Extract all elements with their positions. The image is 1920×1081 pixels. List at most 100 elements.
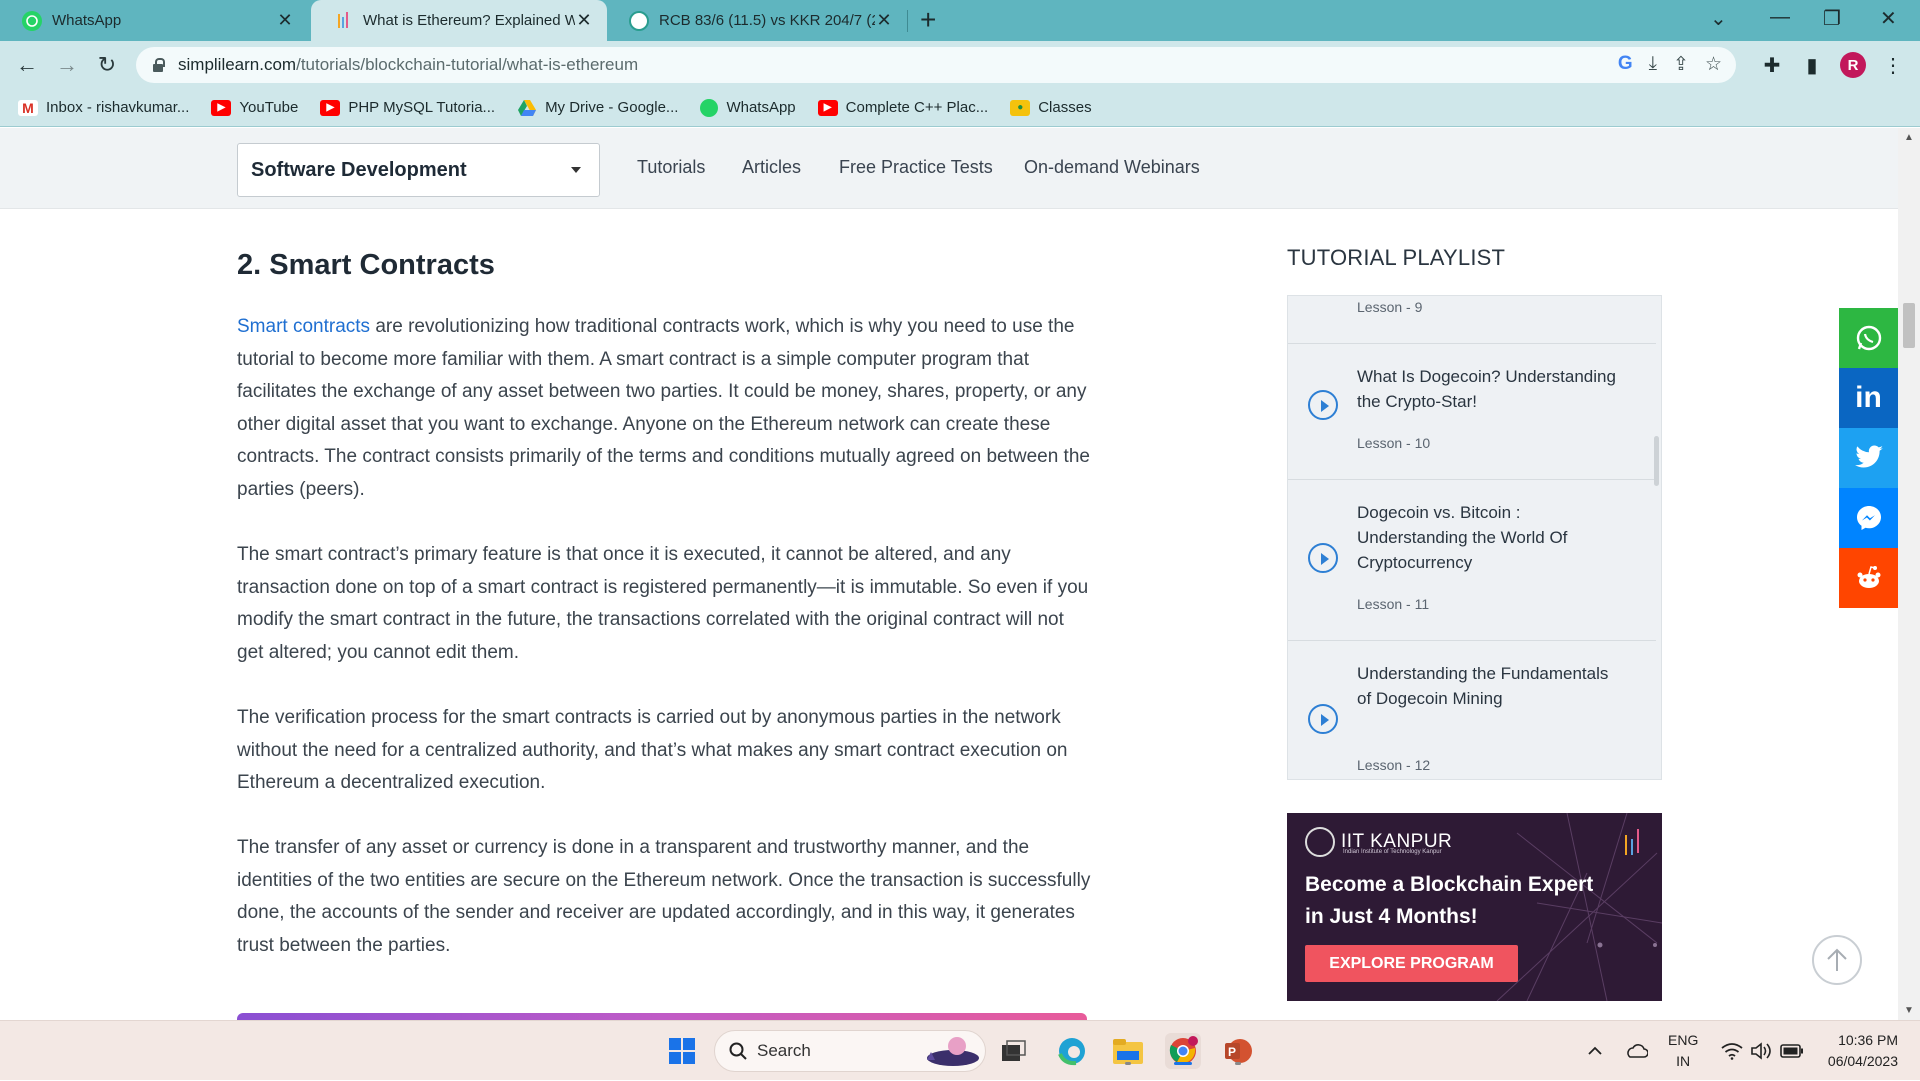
youtube-icon: ▶ [817, 99, 838, 116]
close-window-button[interactable]: ✕ [1880, 6, 1897, 31]
scroll-down-arrow-icon[interactable]: ▼ [1904, 1005, 1914, 1016]
nav-link-on-demand-webinars[interactable]: On-demand Webinars [1024, 157, 1200, 178]
language-code: ENG [1668, 1032, 1699, 1048]
bookmark-whatsapp[interactable]: WhatsApp [700, 98, 796, 117]
category-select[interactable]: Software Development [237, 143, 600, 197]
show-hidden-icons-button[interactable] [1587, 1021, 1603, 1081]
lesson-title: Understanding the Fundamentals of Dogeco… [1357, 664, 1609, 708]
tutorial-playlist: Lesson - 9 What Is Dogecoin? Understandi… [1287, 295, 1662, 780]
bookmark-classes[interactable]: ● Classes [1010, 99, 1092, 116]
section-heading: 2. Smart Contracts [237, 249, 495, 281]
bookmark-star-icon[interactable]: ☆ [1705, 53, 1722, 76]
file-explorer-icon[interactable] [1110, 1033, 1146, 1069]
nav-link-free-practice-tests[interactable]: Free Practice Tests [839, 157, 993, 178]
address-bar[interactable]: simplilearn.com/tutorials/blockchain-tut… [136, 47, 1736, 83]
windows-start-icon[interactable] [664, 1033, 700, 1069]
share-messenger-button[interactable] [1839, 488, 1898, 548]
share-linkedin-button[interactable]: in [1839, 368, 1898, 428]
clock-date: 06/04/2023 [1827, 1053, 1898, 1069]
messenger-icon [1856, 506, 1881, 530]
simplilearn-icon [333, 11, 353, 31]
bookmark-label: My Drive - Google... [545, 99, 679, 116]
tab-whatsapp[interactable]: WhatsApp ✕ [0, 0, 308, 41]
install-app-icon[interactable]: ⤓ [1649, 53, 1657, 76]
scroll-to-top-button[interactable] [1812, 935, 1862, 985]
share-twitter-button[interactable] [1839, 428, 1898, 488]
powerpoint-icon[interactable]: P [1220, 1033, 1256, 1069]
forward-button[interactable]: → [52, 50, 82, 80]
close-tab-icon[interactable]: ✕ [276, 10, 294, 31]
back-button[interactable]: ← [12, 50, 42, 80]
scroll-up-arrow-icon[interactable]: ▲ [1904, 132, 1914, 143]
bookmark-google-drive[interactable]: My Drive - Google... [517, 99, 678, 116]
close-tab-icon[interactable]: ✕ [875, 10, 893, 31]
tab-title: What is Ethereum? Explained Wit [363, 12, 575, 29]
new-tab-button[interactable]: + [920, 4, 936, 36]
reddit-icon [1857, 566, 1880, 588]
play-icon [1308, 704, 1338, 734]
wifi-icon[interactable] [1721, 1021, 1743, 1081]
task-view-icon[interactable] [996, 1033, 1032, 1069]
playlist-item[interactable]: Dogecoin vs. Bitcoin : Understanding the… [1288, 480, 1656, 641]
google-lens-icon[interactable]: G [1618, 53, 1633, 76]
close-tab-icon[interactable]: ✕ [575, 10, 593, 31]
search-highlight-icon [927, 1037, 979, 1066]
share-reddit-button[interactable] [1839, 548, 1898, 608]
arrow-up-icon [1827, 948, 1847, 971]
classroom-icon: ● [1010, 99, 1031, 116]
gmail-icon: M [18, 99, 38, 116]
iit-kanpur-ad[interactable]: IIT KANPUR Indian Institute of Technolog… [1287, 813, 1662, 1001]
extensions-icon[interactable]: ✚ [1757, 50, 1787, 80]
smart-contracts-link[interactable]: Smart contracts [237, 316, 370, 337]
page-scrollbar[interactable]: ▲ ▼ [1898, 128, 1920, 1020]
playlist-item[interactable]: Lesson - 9 [1288, 296, 1656, 344]
playlist-title: TUTORIAL PLAYLIST [1287, 245, 1506, 270]
paragraph-2: The smart contract’s primary feature is … [237, 544, 1089, 663]
menu-kebab-icon[interactable]: ⋮ [1878, 50, 1908, 80]
tab-ethereum[interactable]: What is Ethereum? Explained Wit ✕ [311, 0, 607, 41]
tab-cricket[interactable]: RCB 83/6 (11.5) vs KKR 204/7 (20 ✕ [607, 0, 907, 41]
playlist-item[interactable]: What Is Dogecoin? Understanding the Cryp… [1288, 344, 1656, 480]
restore-button[interactable]: ❐ [1823, 6, 1841, 31]
share-whatsapp-button[interactable] [1839, 308, 1898, 368]
edge-icon[interactable] [1054, 1033, 1090, 1069]
scrollbar-thumb[interactable] [1903, 303, 1915, 348]
tab-title: WhatsApp [52, 12, 122, 29]
bookmark-cpp[interactable]: ▶ Complete C++ Plac... [817, 99, 988, 116]
page-viewport: Software Development Tutorials Articles … [0, 128, 1920, 1020]
reload-button[interactable]: ↻ [92, 50, 122, 80]
system-clock[interactable]: 10:36 PM 06/04/2023 [1828, 1030, 1898, 1072]
nav-link-articles[interactable]: Articles [742, 157, 801, 178]
bookmark-label: Inbox - rishavkumar... [46, 99, 190, 116]
side-panel-icon[interactable]: ▮ [1797, 50, 1827, 80]
bookmark-youtube[interactable]: ▶ YouTube [211, 99, 298, 116]
bookmark-label: YouTube [239, 99, 299, 116]
minimize-button[interactable]: — [1770, 6, 1790, 29]
bookmarks-bar: M Inbox - rishavkumar... ▶ YouTube ▶ PHP… [0, 89, 1920, 127]
clock-time: 10:36 PM [1838, 1032, 1898, 1048]
share-icon[interactable]: ⇪ [1673, 53, 1689, 76]
taskbar-search[interactable]: Search [714, 1030, 986, 1072]
paragraph-4: The transfer of any asset or currency is… [237, 837, 1091, 956]
twitter-icon [1854, 445, 1883, 468]
nav-link-tutorials[interactable]: Tutorials [637, 157, 705, 178]
tab-search-icon[interactable]: ⌄ [1710, 6, 1727, 31]
playlist-item[interactable]: Understanding the Fundamentals of Dogeco… [1288, 641, 1656, 779]
windows-taskbar: Search P ENG IN 10:36 PM 06/04/2023 [0, 1020, 1920, 1080]
search-placeholder: Search [757, 1041, 811, 1060]
explore-program-button[interactable]: EXPLORE PROGRAM [1305, 945, 1518, 982]
bookmark-gmail[interactable]: M Inbox - rishavkumar... [18, 99, 189, 116]
avatar: R [1840, 52, 1866, 78]
playlist-scrollbar[interactable] [1654, 436, 1659, 486]
google-drive-icon [517, 99, 537, 116]
onedrive-icon[interactable] [1624, 1021, 1648, 1081]
simplilearn-mark-icon [1625, 829, 1639, 855]
battery-icon[interactable] [1780, 1021, 1804, 1081]
language-indicator[interactable]: ENG IN [1668, 1030, 1698, 1072]
browser-toolbar: ← → ↻ simplilearn.com/tutorials/blockcha… [0, 41, 1920, 89]
lesson-title: What Is Dogecoin? Understanding the Cryp… [1357, 367, 1616, 411]
bookmark-php-mysql[interactable]: ▶ PHP MySQL Tutoria... [320, 99, 495, 116]
chrome-icon[interactable] [1165, 1033, 1201, 1069]
volume-icon[interactable] [1750, 1021, 1772, 1081]
profile-button[interactable]: R [1838, 50, 1868, 80]
